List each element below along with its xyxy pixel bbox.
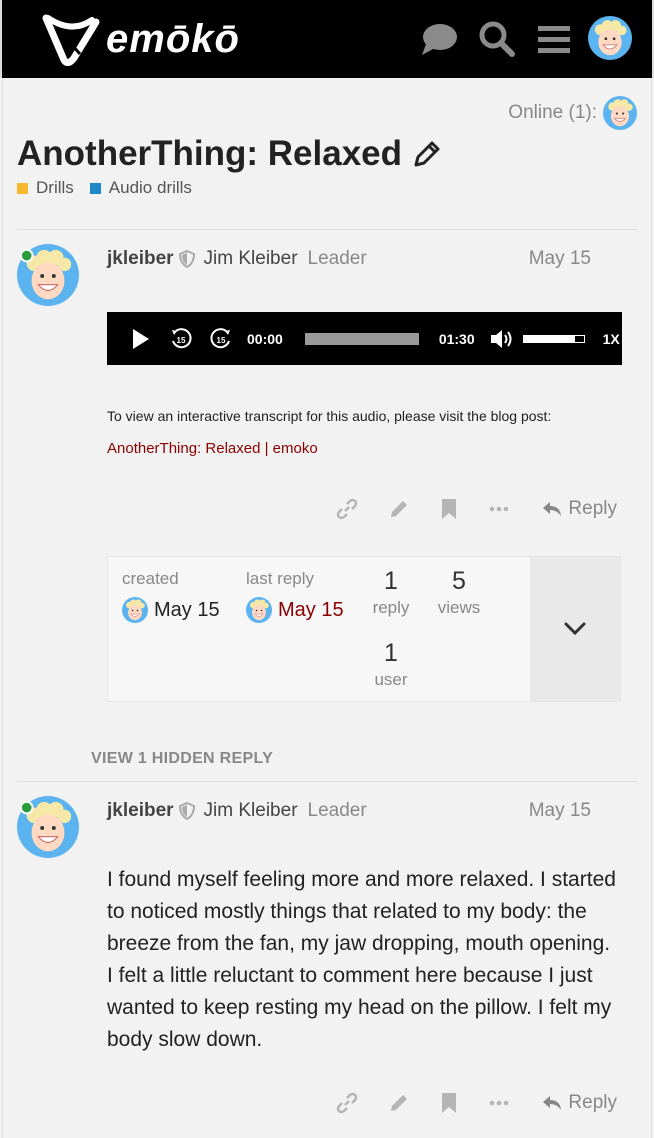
post-body-text: I found myself feeling more and more rel… [107,868,616,1051]
audio-player: 15 15 00:00 01:30 1X [107,312,622,365]
play-icon[interactable] [131,328,151,350]
replies-label: reply [372,598,410,617]
post-actions: Reply [306,1092,617,1114]
hamburger-menu-icon[interactable] [536,20,574,58]
search-icon[interactable] [478,20,516,58]
post-author-avatar[interactable] [17,796,79,858]
created-date: May 15 [154,598,220,621]
more-options-icon[interactable] [488,498,510,520]
topic-page: Online (1): AnotherThing: Relaxed Drills… [2,78,652,1138]
last-reply-avatar [246,597,272,623]
reply-arrow-icon [543,1096,562,1110]
users-count: 1 [384,639,398,667]
shield-icon [178,250,195,268]
logo-text: emōkō [106,16,240,61]
stat-replies: 1 reply [370,567,412,618]
category-label: Drills [36,178,74,197]
edit-pencil-icon[interactable] [388,498,410,520]
blog-post-link[interactable]: AnotherThing: Relaxed | emoko [107,440,318,457]
chat-icon[interactable] [420,20,458,58]
audio-current-time: 00:00 [247,330,283,347]
user-avatar[interactable] [588,16,632,60]
post-date[interactable]: May 15 [529,248,591,270]
stat-views: 5 views [434,567,484,618]
created-avatar [122,597,148,623]
link-icon[interactable] [336,498,358,520]
last-reply-label: last reply [246,569,315,588]
online-user-avatar[interactable] [603,96,637,130]
post-date[interactable]: May 15 [529,800,591,822]
view-hidden-replies-button[interactable]: VIEW 1 HIDDEN REPLY [91,750,273,768]
post-meta: jkleiber Jim Kleiber Leader [107,800,367,822]
link-icon[interactable] [336,1092,358,1114]
post-actions: Reply [306,498,617,520]
pencil-edit-icon[interactable] [412,139,442,169]
reply-label: Reply [568,1092,617,1113]
playback-speed[interactable]: 1X [603,331,620,347]
audio-duration: 01:30 [438,330,475,347]
site-header: emōkō [0,0,654,78]
last-reply-date: May 15 [278,598,344,621]
edit-pencil-icon[interactable] [388,1092,410,1114]
transcript-notice: To view an interactive transcript for th… [107,408,552,424]
summary-created[interactable]: created May 15 [122,569,220,623]
views-count: 5 [452,567,466,595]
post-user-role: Leader [307,248,367,269]
post-user-role: Leader [307,800,367,821]
online-indicator: Online (1): [508,96,637,130]
forward-15-label: 15 [217,336,226,345]
category-color-square [89,182,101,194]
volume-icon[interactable] [489,328,513,350]
topic-title: AnotherThing: Relaxed [17,134,442,174]
post-full-name[interactable]: Jim Kleiber [204,800,298,822]
category-label: Audio drills [108,178,192,197]
category-audio-drills[interactable]: Audio drills [89,178,192,198]
post-username[interactable]: jkleiber [107,248,174,270]
post-username[interactable]: jkleiber [107,800,174,822]
category-drills[interactable]: Drills [17,178,74,198]
rewind-15-icon[interactable]: 15 [169,327,193,351]
rewind-15-label: 15 [177,336,186,345]
divider [17,781,637,782]
post-meta: jkleiber Jim Kleiber Leader [107,248,367,270]
expand-summary-button[interactable] [530,557,620,701]
emoko-logo-icon [42,14,100,66]
chevron-down-icon [564,622,586,636]
topic-title-text: AnotherThing: Relaxed [17,134,403,173]
replies-count: 1 [384,567,398,595]
audio-progress-bar[interactable] [304,332,419,345]
post-full-name[interactable]: Jim Kleiber [204,248,298,270]
volume-slider-fill [523,335,575,342]
category-color-square [17,182,28,194]
created-label: created [122,569,179,588]
topic-summary: created May 15 last reply May 15 1 reply… [107,556,621,702]
summary-last-reply[interactable]: last reply May 15 [246,569,344,623]
more-options-icon[interactable] [488,1092,510,1114]
reply-label: Reply [568,498,617,519]
bookmark-icon[interactable] [440,1092,458,1114]
site-logo[interactable]: emōkō [42,12,240,66]
volume-slider[interactable] [522,334,585,343]
views-label: views [437,598,481,617]
reply-button[interactable]: Reply [542,498,617,520]
forward-15-icon[interactable]: 15 [209,327,233,351]
stat-users: 1 user [370,639,412,690]
post-author-avatar[interactable] [17,244,79,306]
shield-icon [178,802,195,820]
online-label: Online (1): [508,102,597,123]
divider [17,229,637,230]
reply-button[interactable]: Reply [542,1092,617,1114]
reply-arrow-icon [543,502,562,516]
category-list: Drills Audio drills [17,178,208,198]
bookmark-icon[interactable] [440,498,458,520]
users-label: user [374,670,408,689]
